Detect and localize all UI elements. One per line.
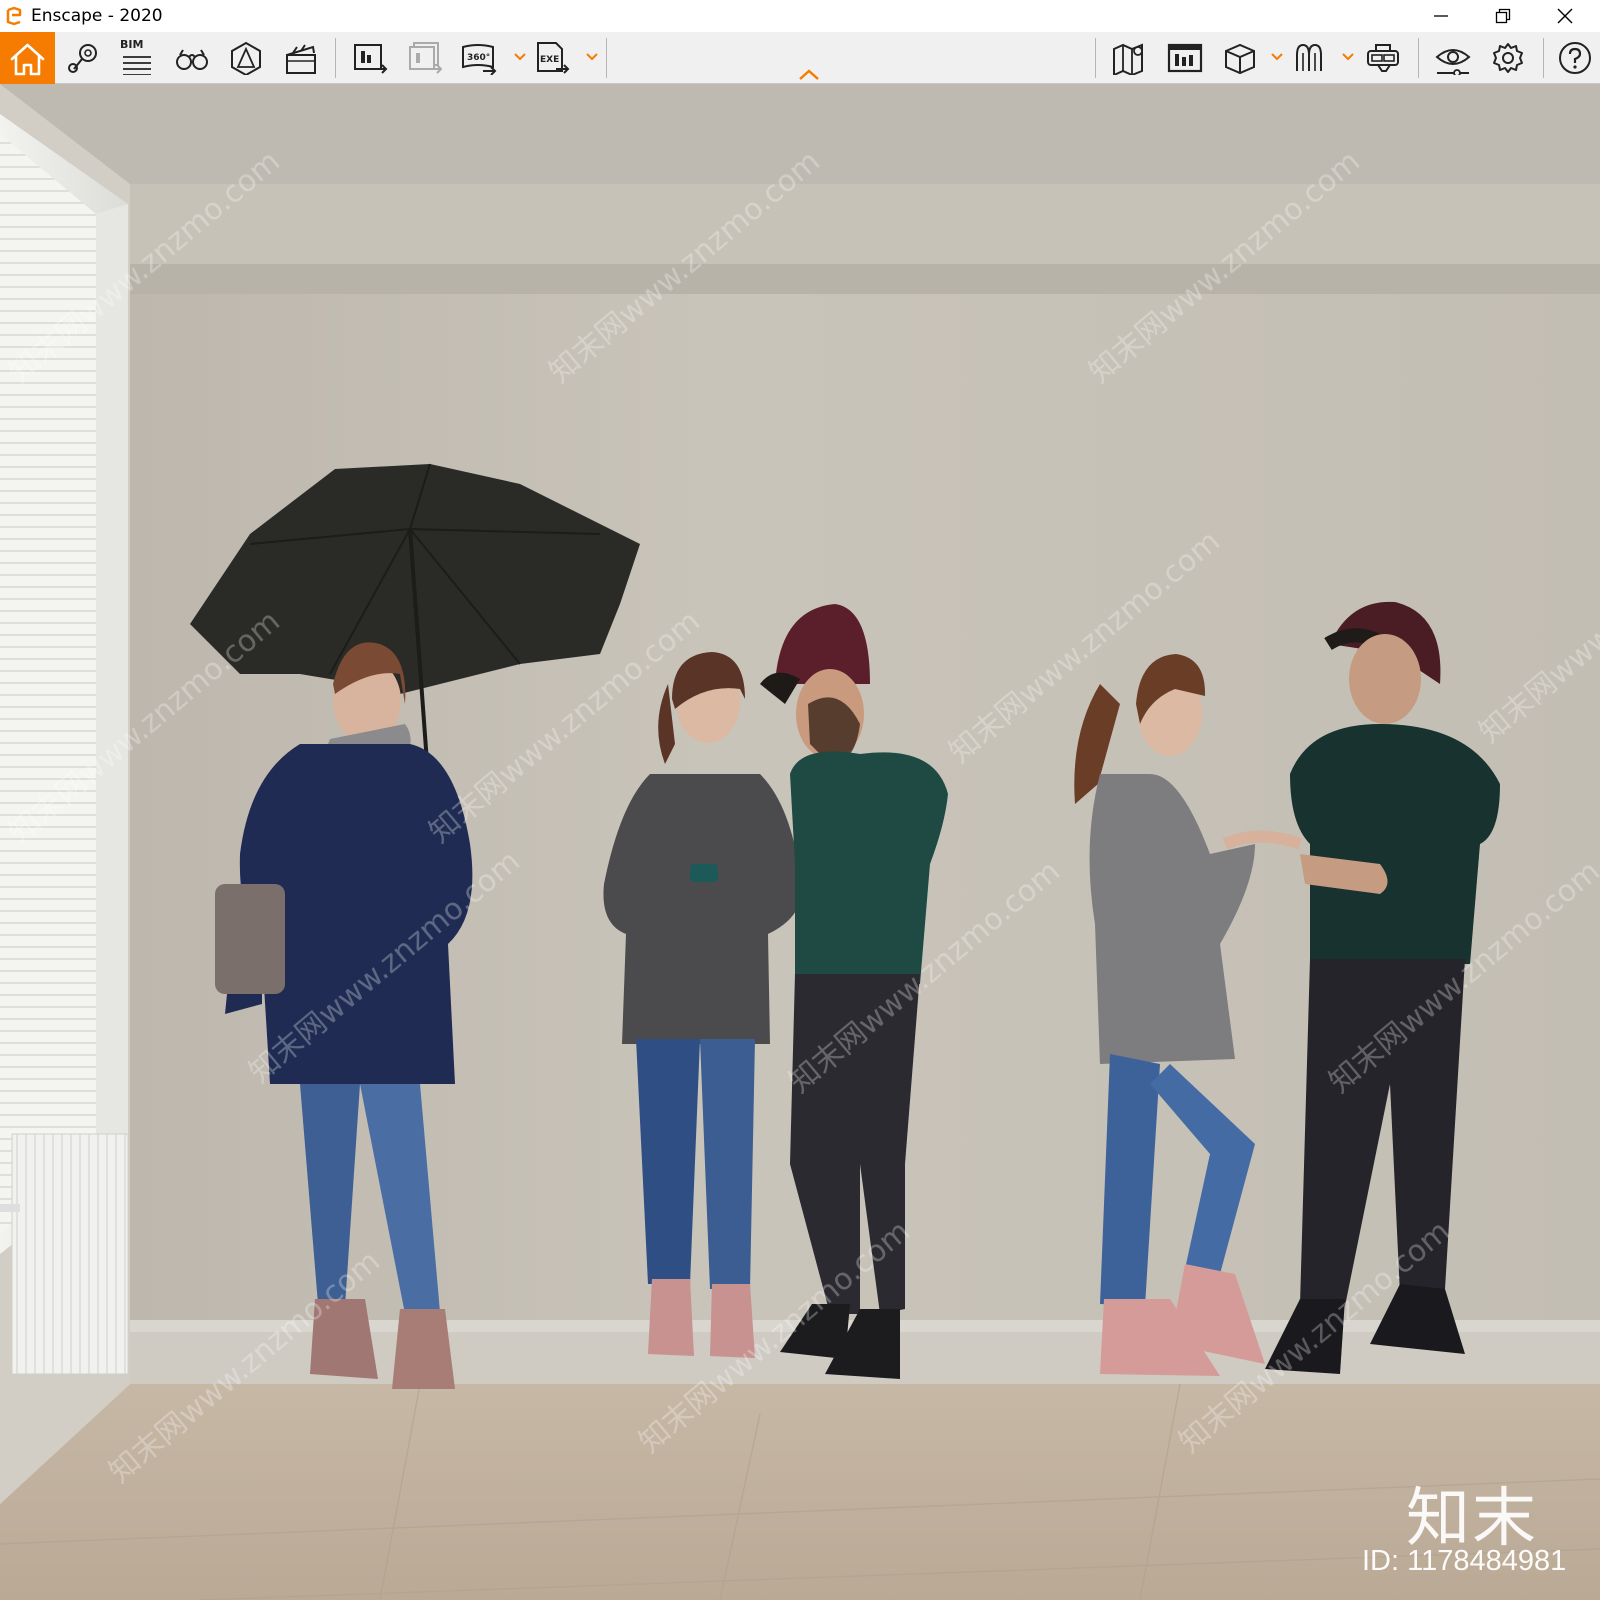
toolbar-separator	[1418, 38, 1419, 78]
eye-icon	[1435, 49, 1471, 75]
binoculars-icon	[176, 49, 208, 70]
object-button[interactable]	[1218, 38, 1260, 78]
panorama-button[interactable]: 360°	[457, 38, 499, 78]
sun-icon	[1296, 43, 1322, 71]
restore-button[interactable]	[1472, 0, 1534, 32]
export-exe-button[interactable]: EXE	[530, 38, 572, 78]
object-dropdown[interactable]	[1270, 46, 1284, 68]
home-icon	[10, 43, 45, 76]
collapse-toolbar-button[interactable]	[796, 65, 822, 83]
toolbar-separator	[1095, 38, 1096, 78]
sun-dropdown[interactable]	[1341, 46, 1355, 68]
cube-icon	[1225, 43, 1255, 75]
asset-library-icon	[231, 41, 261, 75]
toolbar-separator	[606, 38, 607, 78]
vr-headset-icon	[1367, 44, 1399, 72]
render-viewport[interactable]: 知末网www.znzmo.com 知末网www.znzmo.com 知末网www…	[0, 84, 1600, 1600]
sun-button[interactable]	[1289, 38, 1331, 78]
video-editor-button[interactable]	[279, 38, 321, 78]
radiator	[11, 1133, 129, 1375]
render-screenshot-button[interactable]	[348, 38, 390, 78]
help-icon	[1559, 42, 1591, 74]
location-pin-icon	[68, 44, 97, 73]
map-icon	[1113, 43, 1143, 75]
asset-library-button[interactable]	[224, 38, 266, 78]
svg-text:EXE: EXE	[540, 55, 559, 65]
map-button[interactable]	[1108, 38, 1150, 78]
help-button[interactable]	[1553, 38, 1595, 78]
close-button[interactable]	[1534, 0, 1596, 32]
bim-label: BIM	[120, 38, 144, 51]
vr-headset-button[interactable]	[1362, 38, 1404, 78]
toolbar-separator	[1543, 38, 1544, 78]
window-title: Enscape - 2020	[31, 6, 163, 26]
asset-search-button[interactable]	[170, 38, 212, 78]
batch-render-icon	[409, 42, 443, 74]
export-dropdown[interactable]	[585, 46, 599, 68]
minimize-button[interactable]	[1410, 0, 1472, 32]
panorama-dropdown[interactable]	[513, 46, 527, 68]
export-exe-icon: EXE	[537, 42, 570, 74]
enscape-logo-icon	[6, 6, 22, 26]
settings-gear-icon	[1493, 43, 1523, 73]
svg-text:360°: 360°	[467, 53, 490, 63]
main-toolbar: BIM 360° EXE	[0, 32, 1600, 84]
minimize-icon	[1434, 15, 1448, 17]
home-button[interactable]	[0, 32, 55, 84]
title-bar: Enscape - 2020	[0, 0, 1600, 32]
visual-settings-button[interactable]	[1431, 38, 1473, 78]
panorama-360-icon: 360°	[462, 44, 497, 75]
settings-button[interactable]	[1486, 38, 1528, 78]
chevron-down-icon	[1342, 53, 1354, 61]
chevron-down-icon	[586, 53, 598, 61]
chevron-down-icon	[1271, 53, 1283, 61]
wooden-floor	[0, 1384, 1600, 1600]
views-button[interactable]	[62, 38, 104, 78]
render-screenshot-icon	[354, 44, 388, 74]
watermark-id: ID: 1178484981	[1362, 1545, 1567, 1577]
clapperboard-icon	[286, 44, 316, 74]
close-icon	[1557, 8, 1573, 24]
video-editor-icon	[1167, 43, 1203, 73]
toolbar-separator	[335, 38, 336, 78]
restore-icon	[1495, 8, 1511, 24]
chevron-down-icon	[514, 53, 526, 61]
view-management-button[interactable]	[1163, 38, 1205, 78]
rendered-scene: 知末网www.znzmo.com 知末网www.znzmo.com 知末网www…	[0, 84, 1600, 1600]
chevron-up-icon	[799, 69, 819, 80]
bim-button[interactable]: BIM	[115, 38, 157, 78]
batch-render-button[interactable]	[403, 38, 445, 78]
